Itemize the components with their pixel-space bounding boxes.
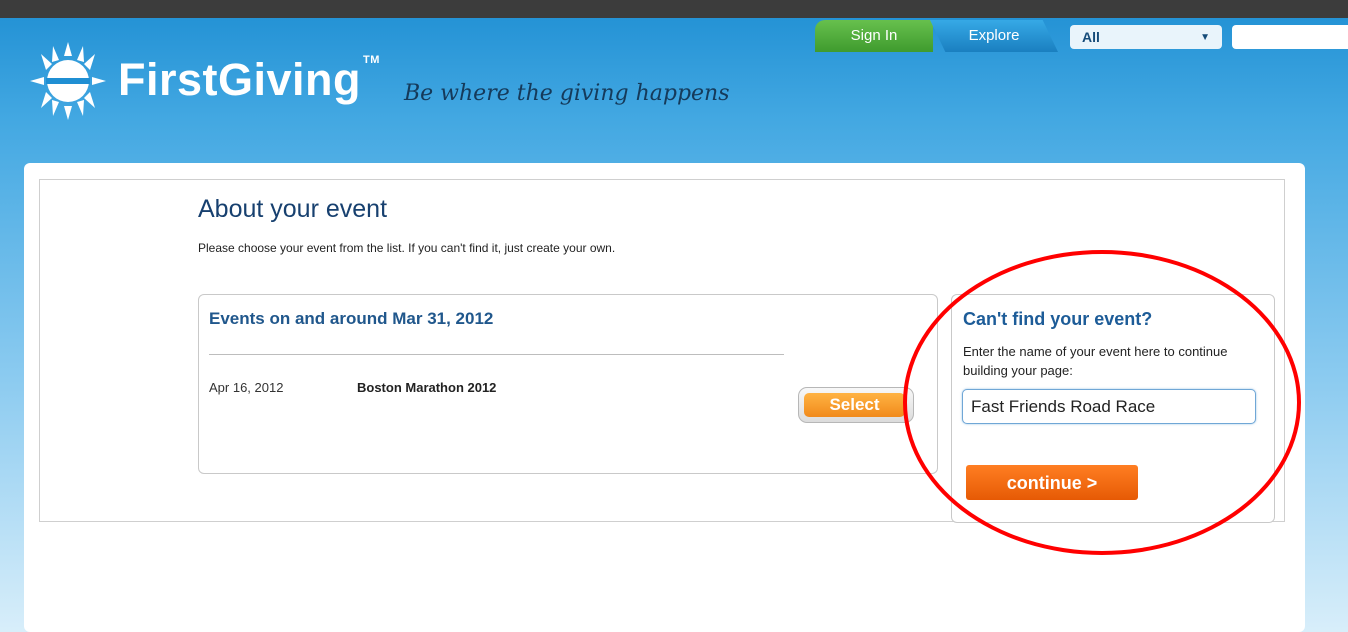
search-input[interactable] [1232,25,1348,49]
brand-tagline: Be where the giving happens [404,81,730,106]
event-date: Apr 16, 2012 [209,380,284,395]
continue-button[interactable]: continue > [966,465,1138,500]
events-divider [209,354,784,355]
category-select[interactable]: All ▼ [1070,25,1222,49]
category-select-value: All [1082,29,1100,45]
dropdown-caret-icon: ▼ [1200,32,1210,43]
select-event-button[interactable]: Select [804,393,905,417]
cant-find-title: Can't find your event? [963,309,1153,329]
cant-find-help-text: Enter the name of your event here to con… [963,344,1228,378]
page-title: About your event [198,195,388,223]
tab-signin[interactable]: Sign In [815,20,933,52]
event-name-input[interactable] [962,389,1256,424]
events-heading: Events on and around Mar 31, 2012 [209,309,494,328]
browser-top-strip [0,0,1348,18]
event-name: Boston Marathon 2012 [357,380,497,395]
brand-name: FirstGiving [118,54,362,105]
sun-logo-icon [30,42,106,120]
brand-tm: TM [363,54,380,66]
page-intro: Please choose your event from the list. … [198,241,616,255]
tab-explore[interactable]: Explore [930,20,1058,52]
brand-logo[interactable]: FirstGiving TM [118,54,380,106]
